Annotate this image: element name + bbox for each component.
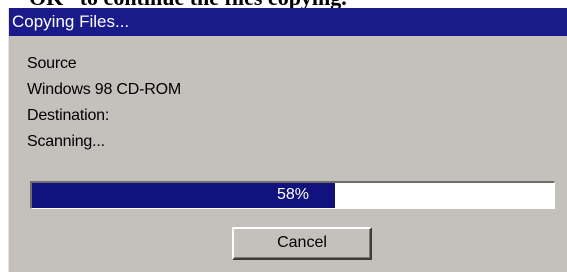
destination-label: Destination:: [27, 107, 110, 124]
progress-percent-text: 58%: [276, 186, 310, 203]
copying-files-dialog: Copying Files... Source Windows 98 CD-RO…: [8, 8, 567, 272]
progress-bar: 58%: [30, 181, 555, 209]
dialog-title: Copying Files...: [12, 12, 130, 31]
source-label: Source: [27, 55, 77, 72]
title-bar[interactable]: Copying Files...: [9, 8, 567, 36]
screenshot: “OK” to continue the files copying. Copy…: [0, 0, 567, 272]
source-value: Windows 98 CD-ROM: [27, 81, 181, 98]
status-text: Scanning...: [27, 133, 105, 150]
cancel-button[interactable]: Cancel: [232, 227, 372, 260]
